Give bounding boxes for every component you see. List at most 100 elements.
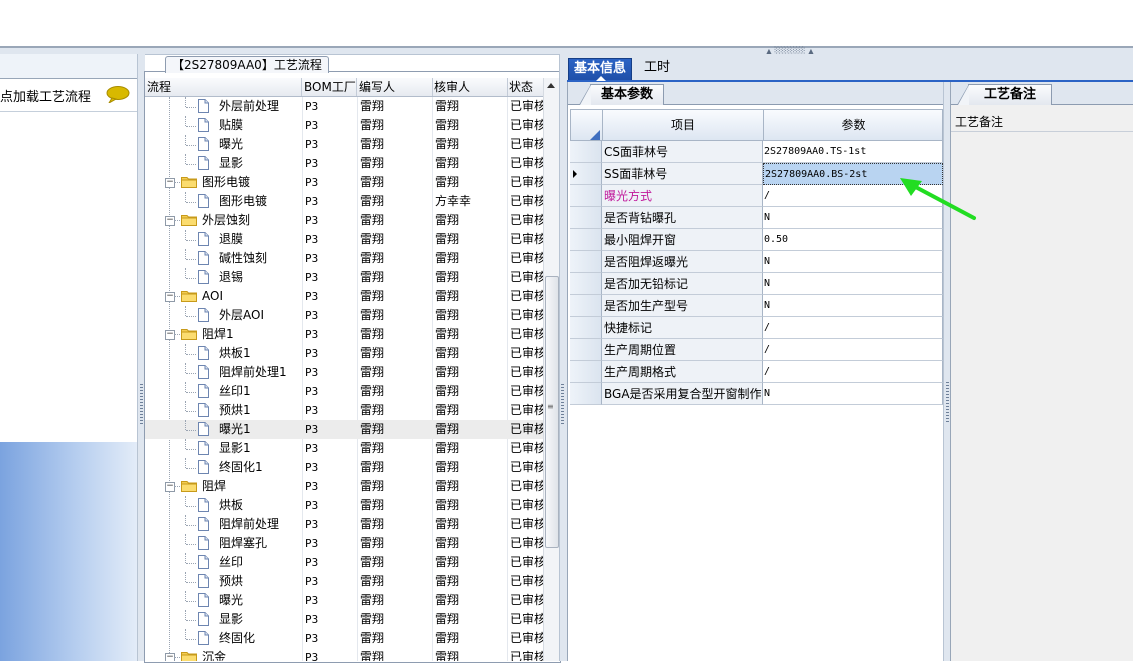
status-cell: 已审核 <box>510 479 543 493</box>
param-row[interactable]: 是否加生产型号 N <box>570 295 943 317</box>
param-value[interactable]: 0.50 <box>763 229 943 251</box>
tree-row[interactable]: 外层前处理 P3 雷翔 雷翔 已审核 <box>145 97 543 116</box>
tree-row[interactable]: 预烘 P3 雷翔 雷翔 已审核 <box>145 572 543 591</box>
tab-basic-params[interactable]: 基本参数 <box>579 84 664 105</box>
param-row[interactable]: 快捷标记 / <box>570 317 943 339</box>
param-value[interactable]: 2S27809AA0.TS-1st <box>763 141 943 163</box>
tree-row[interactable]: 曝光1 P3 雷翔 雷翔 已审核 <box>145 420 543 439</box>
param-value[interactable]: / <box>763 339 943 361</box>
row-selector[interactable] <box>570 339 602 361</box>
load-process-header[interactable]: 点加载工艺流程 <box>0 79 137 112</box>
tree-guide-line <box>185 439 186 449</box>
scroll-up-icon[interactable] <box>547 83 555 88</box>
tree-row[interactable]: 烘板1 P3 雷翔 雷翔 已审核 <box>145 344 543 363</box>
param-value[interactable]: N <box>763 251 943 273</box>
row-selector[interactable] <box>570 163 602 185</box>
param-row[interactable]: SS面菲林号 2S27809AA0.BS-2st <box>570 163 943 185</box>
row-selector[interactable] <box>570 361 602 383</box>
splitter-grip-icon[interactable] <box>140 384 143 424</box>
tree-row[interactable]: 图形电镀 P3 雷翔 方幸幸 已审核 <box>145 192 543 211</box>
column-header-param[interactable]: 参数 <box>764 110 944 141</box>
param-row[interactable]: 生产周期位置 / <box>570 339 943 361</box>
param-row[interactable]: 曝光方式 / <box>570 185 943 207</box>
splitter-grip-icon[interactable] <box>946 382 949 422</box>
tree-row[interactable]: − 阻焊1 P3 雷翔 雷翔 已审核 <box>145 325 543 344</box>
speech-bubble-icon[interactable] <box>106 86 130 103</box>
tree-row[interactable]: − 外层蚀刻 P3 雷翔 雷翔 已审核 <box>145 211 543 230</box>
param-row[interactable]: 是否背钻曝孔 N <box>570 207 943 229</box>
tree-scrollbar[interactable]: ≡ <box>543 78 559 661</box>
tree-row[interactable]: 退锡 P3 雷翔 雷翔 已审核 <box>145 268 543 287</box>
tree-row[interactable]: 终固化1 P3 雷翔 雷翔 已审核 <box>145 458 543 477</box>
param-row[interactable]: 是否加无铅标记 N <box>570 273 943 295</box>
collapse-icon[interactable]: − <box>165 178 175 188</box>
tree-row[interactable]: 阻焊塞孔 P3 雷翔 雷翔 已审核 <box>145 534 543 553</box>
scroll-thumb[interactable]: ≡ <box>545 276 559 548</box>
row-selector[interactable] <box>570 295 602 317</box>
row-selector[interactable] <box>570 317 602 339</box>
tree-row[interactable]: − 图形电镀 P3 雷翔 雷翔 已审核 <box>145 173 543 192</box>
tree-row[interactable]: 丝印 P3 雷翔 雷翔 已审核 <box>145 553 543 572</box>
tree-row[interactable]: 阻焊前处理 P3 雷翔 雷翔 已审核 <box>145 515 543 534</box>
param-row[interactable]: BGA是否采用复合型开窗制作 N <box>570 383 943 405</box>
tree-row[interactable]: 烘板 P3 雷翔 雷翔 已审核 <box>145 496 543 515</box>
tree-node-label: 外层蚀刻 <box>202 213 251 227</box>
tree-row[interactable]: 曝光 P3 雷翔 雷翔 已审核 <box>145 591 543 610</box>
row-selector[interactable] <box>570 251 602 273</box>
tree-row[interactable]: − 阻焊 P3 雷翔 雷翔 已审核 <box>145 477 543 496</box>
row-selector[interactable] <box>570 383 602 405</box>
row-selector[interactable] <box>570 207 602 229</box>
tree-row[interactable]: 贴膜 P3 雷翔 雷翔 已审核 <box>145 116 543 135</box>
param-value[interactable]: / <box>763 317 943 339</box>
param-row[interactable]: 最小阻焊开窗 0.50 <box>570 229 943 251</box>
column-header-bom-factory[interactable]: BOM工厂 <box>302 78 357 96</box>
column-header-process[interactable]: 流程 <box>145 78 302 96</box>
tree-row[interactable]: 碱性蚀刻 P3 雷翔 雷翔 已审核 <box>145 249 543 268</box>
tree-row[interactable]: 显影 P3 雷翔 雷翔 已审核 <box>145 610 543 629</box>
column-header-writer[interactable]: 编写人 <box>357 78 433 96</box>
row-selector[interactable] <box>570 273 602 295</box>
column-header-item[interactable]: 项目 <box>603 110 764 141</box>
param-value[interactable]: N <box>763 295 943 317</box>
tree-row[interactable]: 预烘1 P3 雷翔 雷翔 已审核 <box>145 401 543 420</box>
column-header-status[interactable]: 状态 <box>507 78 546 96</box>
row-selector[interactable] <box>570 141 602 163</box>
collapse-icon[interactable]: − <box>165 216 175 226</box>
tab-work-hours[interactable]: 工时 <box>639 58 675 80</box>
collapse-icon[interactable]: − <box>165 330 175 340</box>
tree-row[interactable]: 终固化 P3 雷翔 雷翔 已审核 <box>145 629 543 648</box>
param-value[interactable]: / <box>763 361 943 383</box>
param-value[interactable]: N <box>763 383 943 405</box>
tree-row[interactable]: 曝光 P3 雷翔 雷翔 已审核 <box>145 135 543 154</box>
collapse-icon[interactable]: − <box>165 292 175 302</box>
status-cell: 已审核 <box>510 612 543 626</box>
tree-row[interactable]: − 沉金 P3 雷翔 雷翔 已审核 <box>145 648 543 661</box>
column-header-reviewer[interactable]: 核审人 <box>432 78 508 96</box>
splitter-grip-icon[interactable] <box>561 384 564 424</box>
tree-row[interactable]: 显影 P3 雷翔 雷翔 已审核 <box>145 154 543 173</box>
collapse-icon[interactable]: − <box>165 482 175 492</box>
param-row[interactable]: CS面菲林号 2S27809AA0.TS-1st <box>570 141 943 163</box>
tree-row[interactable]: 丝印1 P3 雷翔 雷翔 已审核 <box>145 382 543 401</box>
reviewer-cell: 雷翔 <box>435 213 460 227</box>
tree-row[interactable]: 外层AOI P3 雷翔 雷翔 已审核 <box>145 306 543 325</box>
param-row[interactable]: 是否阻焊返曝光 N <box>570 251 943 273</box>
bom-factory-cell: P3 <box>305 214 319 227</box>
tree-row[interactable]: − AOI P3 雷翔 雷翔 已审核 <box>145 287 543 306</box>
row-selector[interactable] <box>570 229 602 251</box>
param-row[interactable]: 生产周期格式 / <box>570 361 943 383</box>
document-icon <box>198 517 209 531</box>
tree-row[interactable]: 显影1 P3 雷翔 雷翔 已审核 <box>145 439 543 458</box>
tree-row[interactable]: 阻焊前处理1 P3 雷翔 雷翔 已审核 <box>145 363 543 382</box>
reviewer-cell: 雷翔 <box>435 650 460 661</box>
tab-process-notes[interactable]: 工艺备注 <box>957 84 1052 105</box>
grid-corner-icon[interactable] <box>571 110 603 142</box>
reviewer-cell: 雷翔 <box>435 289 460 303</box>
tree-node-label: 沉金 <box>202 650 227 661</box>
reviewer-cell: 雷翔 <box>435 517 460 531</box>
tree-guide-line <box>174 486 180 487</box>
param-value[interactable]: N <box>763 273 943 295</box>
tree-row[interactable]: 退膜 P3 雷翔 雷翔 已审核 <box>145 230 543 249</box>
row-selector[interactable] <box>570 185 602 207</box>
status-cell: 已审核 <box>510 137 543 151</box>
